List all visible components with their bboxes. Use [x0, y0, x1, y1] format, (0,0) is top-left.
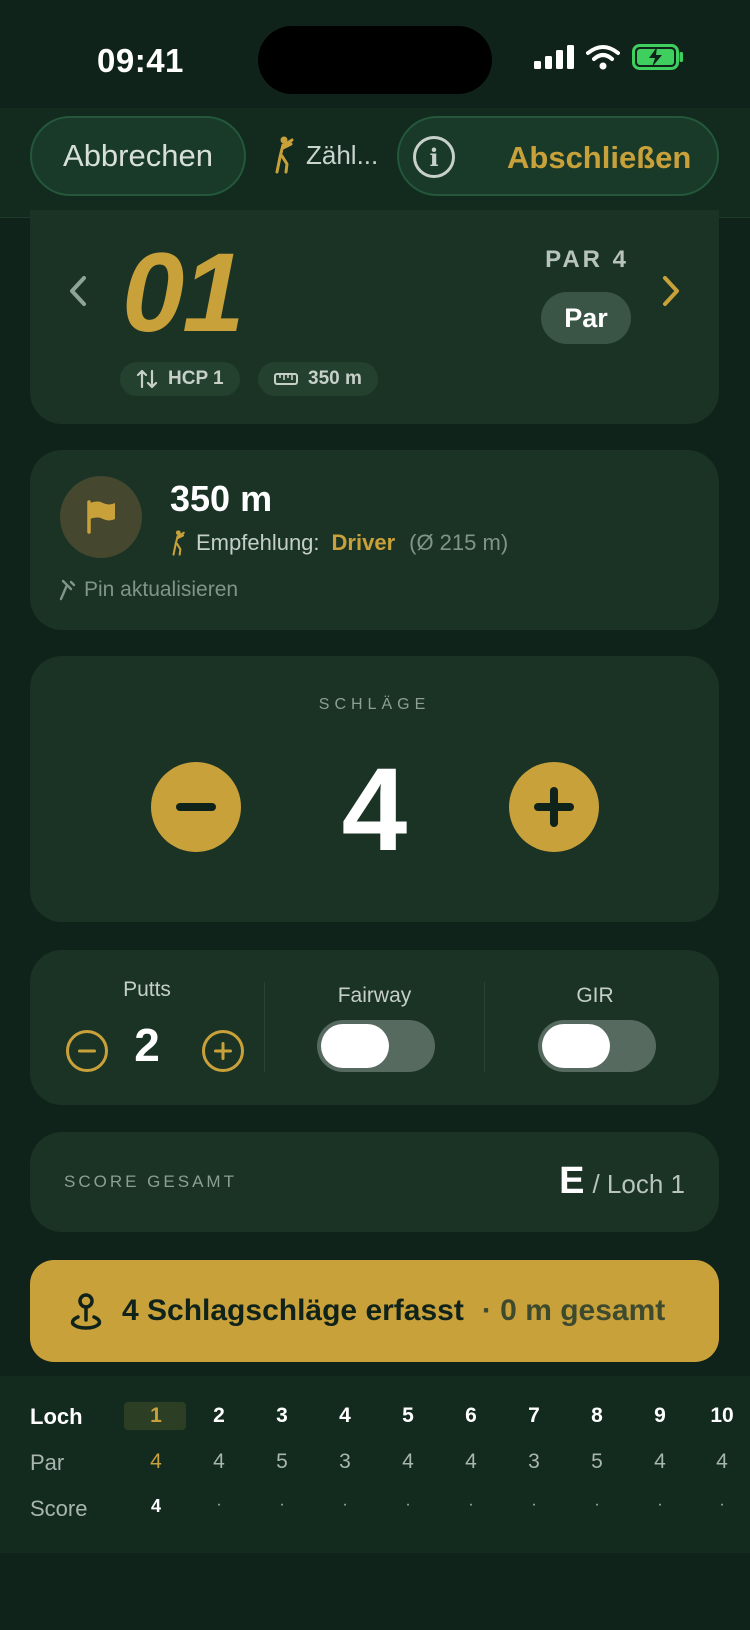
- par-cell: 4: [402, 1450, 414, 1473]
- shots-recorded-label: 4 Schlagschläge erfasst: [122, 1294, 464, 1327]
- info-icon[interactable]: i: [413, 136, 455, 178]
- previous-hole-chevron-icon[interactable]: [68, 272, 88, 317]
- nav-actions-pill: i Abschließen: [397, 116, 719, 196]
- putts-label: Putts: [123, 978, 171, 1001]
- status-time: 09:41: [97, 42, 184, 79]
- hole-distance-chip: 350 m: [258, 362, 378, 396]
- par-cell: 4: [150, 1450, 162, 1473]
- toggle-knob: [321, 1024, 389, 1068]
- score-cell: ·: [405, 1496, 411, 1513]
- sort-arrows-icon: [136, 369, 158, 389]
- scorecard-row-score: Score 4 · · · · · · · · ·: [0, 1472, 750, 1521]
- stats-card: Putts 2 Fairway GIR: [30, 950, 719, 1105]
- cancel-button[interactable]: Abbrechen: [30, 116, 246, 196]
- par-cell: 4: [465, 1450, 477, 1473]
- par-cell: 5: [276, 1450, 288, 1473]
- ruler-icon: [274, 373, 298, 385]
- score-cell: ·: [657, 1496, 663, 1513]
- scoring-mode-indicator[interactable]: Zähl...: [272, 136, 378, 174]
- distance-to-pin: 350 m: [170, 478, 273, 519]
- score-cell: ·: [216, 1496, 222, 1513]
- increase-strokes-button[interactable]: [509, 762, 599, 852]
- par-cell: 3: [528, 1450, 540, 1473]
- golfer-icon: [275, 136, 294, 174]
- plus-icon: [214, 1042, 232, 1060]
- score-total-value: E / Loch 1: [559, 1160, 685, 1203]
- scorecard-table: Loch 1 2 3 4 5 6 7 8 9 10 Par 4453443544 Score 4 ·…: [0, 1376, 750, 1553]
- update-pin-label: Pin aktualisieren: [84, 578, 239, 601]
- scoring-mode-label: Zähl...: [306, 139, 379, 170]
- top-navigation: Abbrechen Zähl... i Abschließen: [0, 108, 750, 218]
- par-cell: 4: [654, 1450, 666, 1473]
- scorecard-row-holes: Loch 1 2 3 4 5 6 7 8 9 10: [0, 1376, 750, 1429]
- score-to-par: E: [559, 1160, 585, 1202]
- putts-section: Putts 2: [30, 950, 264, 1105]
- cellular-signal-icon: [534, 45, 574, 69]
- score-cell: ·: [531, 1496, 537, 1513]
- score-total-label: SCORE GESAMT: [64, 1172, 237, 1191]
- scorecard-row-par: Par 4453443544: [0, 1424, 750, 1475]
- status-icons: [534, 44, 684, 70]
- dynamic-island: [258, 26, 492, 94]
- battery-charging-icon: [632, 44, 683, 70]
- par-cell: 4: [213, 1450, 225, 1473]
- flag-icon: [60, 476, 142, 558]
- hole-number: 01: [122, 230, 245, 355]
- fairway-toggle[interactable]: [317, 1020, 435, 1072]
- gir-toggle[interactable]: [538, 1020, 656, 1072]
- score-through-hole: / Loch 1: [592, 1169, 685, 1199]
- gir-section: GIR: [485, 950, 719, 1105]
- strokes-caption: SCHLÄGE: [318, 696, 431, 713]
- gir-label: GIR: [576, 984, 614, 1007]
- score-cell: ·: [279, 1496, 285, 1513]
- par-caption: PAR 4: [545, 246, 629, 273]
- golfer-icon: [172, 530, 185, 556]
- finish-button[interactable]: Abschließen: [507, 140, 691, 176]
- plus-icon: [534, 787, 574, 827]
- distance-card: 350 m Empfehlung: Driver (Ø 215 m) Pin a…: [30, 450, 719, 630]
- stroke-count: 4: [341, 744, 408, 876]
- wifi-icon: [586, 45, 620, 70]
- row-label-score: Score: [30, 1496, 88, 1521]
- score-cell: ·: [594, 1496, 600, 1513]
- fairway-section: Fairway: [265, 950, 484, 1105]
- recommended-club: Driver: [331, 530, 396, 555]
- toggle-knob: [542, 1024, 610, 1068]
- hole-distance-label: 350 m: [308, 368, 362, 389]
- score-total-card: SCORE GESAMT E / Loch 1: [30, 1132, 719, 1232]
- par-cell: 4: [716, 1450, 728, 1473]
- next-hole-chevron-icon[interactable]: [661, 272, 681, 317]
- score-cell: 4: [150, 1496, 161, 1516]
- hcp-chip: HCP 1: [120, 362, 240, 396]
- total-distance-label: · 0 m gesamt: [481, 1294, 666, 1327]
- status-bar: 09:41: [0, 0, 750, 110]
- score-cell: ·: [342, 1496, 348, 1513]
- location-pin-icon: [70, 1293, 102, 1330]
- increase-putts-button[interactable]: [202, 1030, 244, 1072]
- par-cell: 5: [591, 1450, 603, 1473]
- fairway-label: Fairway: [337, 984, 412, 1007]
- club-average-distance: (Ø 215 m): [409, 530, 509, 555]
- strokes-card: SCHLÄGE 4: [30, 656, 719, 922]
- update-pin-button[interactable]: Pin aktualisieren: [58, 578, 238, 602]
- par-cell: 3: [339, 1450, 351, 1473]
- score-cell: ·: [719, 1496, 725, 1513]
- shots-recorded-banner[interactable]: 4 Schlagschläge erfasst · 0 m gesamt: [30, 1260, 719, 1362]
- club-recommendation: Empfehlung: Driver (Ø 215 m): [170, 530, 508, 556]
- hcp-label: HCP 1: [168, 368, 224, 389]
- score-result-badge: Par: [541, 292, 631, 344]
- recommendation-label: Empfehlung:: [196, 530, 320, 555]
- score-cell: ·: [468, 1496, 474, 1513]
- hole-card: 01 PAR 4 Par HCP 1 350 m: [30, 210, 719, 424]
- pin-icon: [59, 579, 76, 601]
